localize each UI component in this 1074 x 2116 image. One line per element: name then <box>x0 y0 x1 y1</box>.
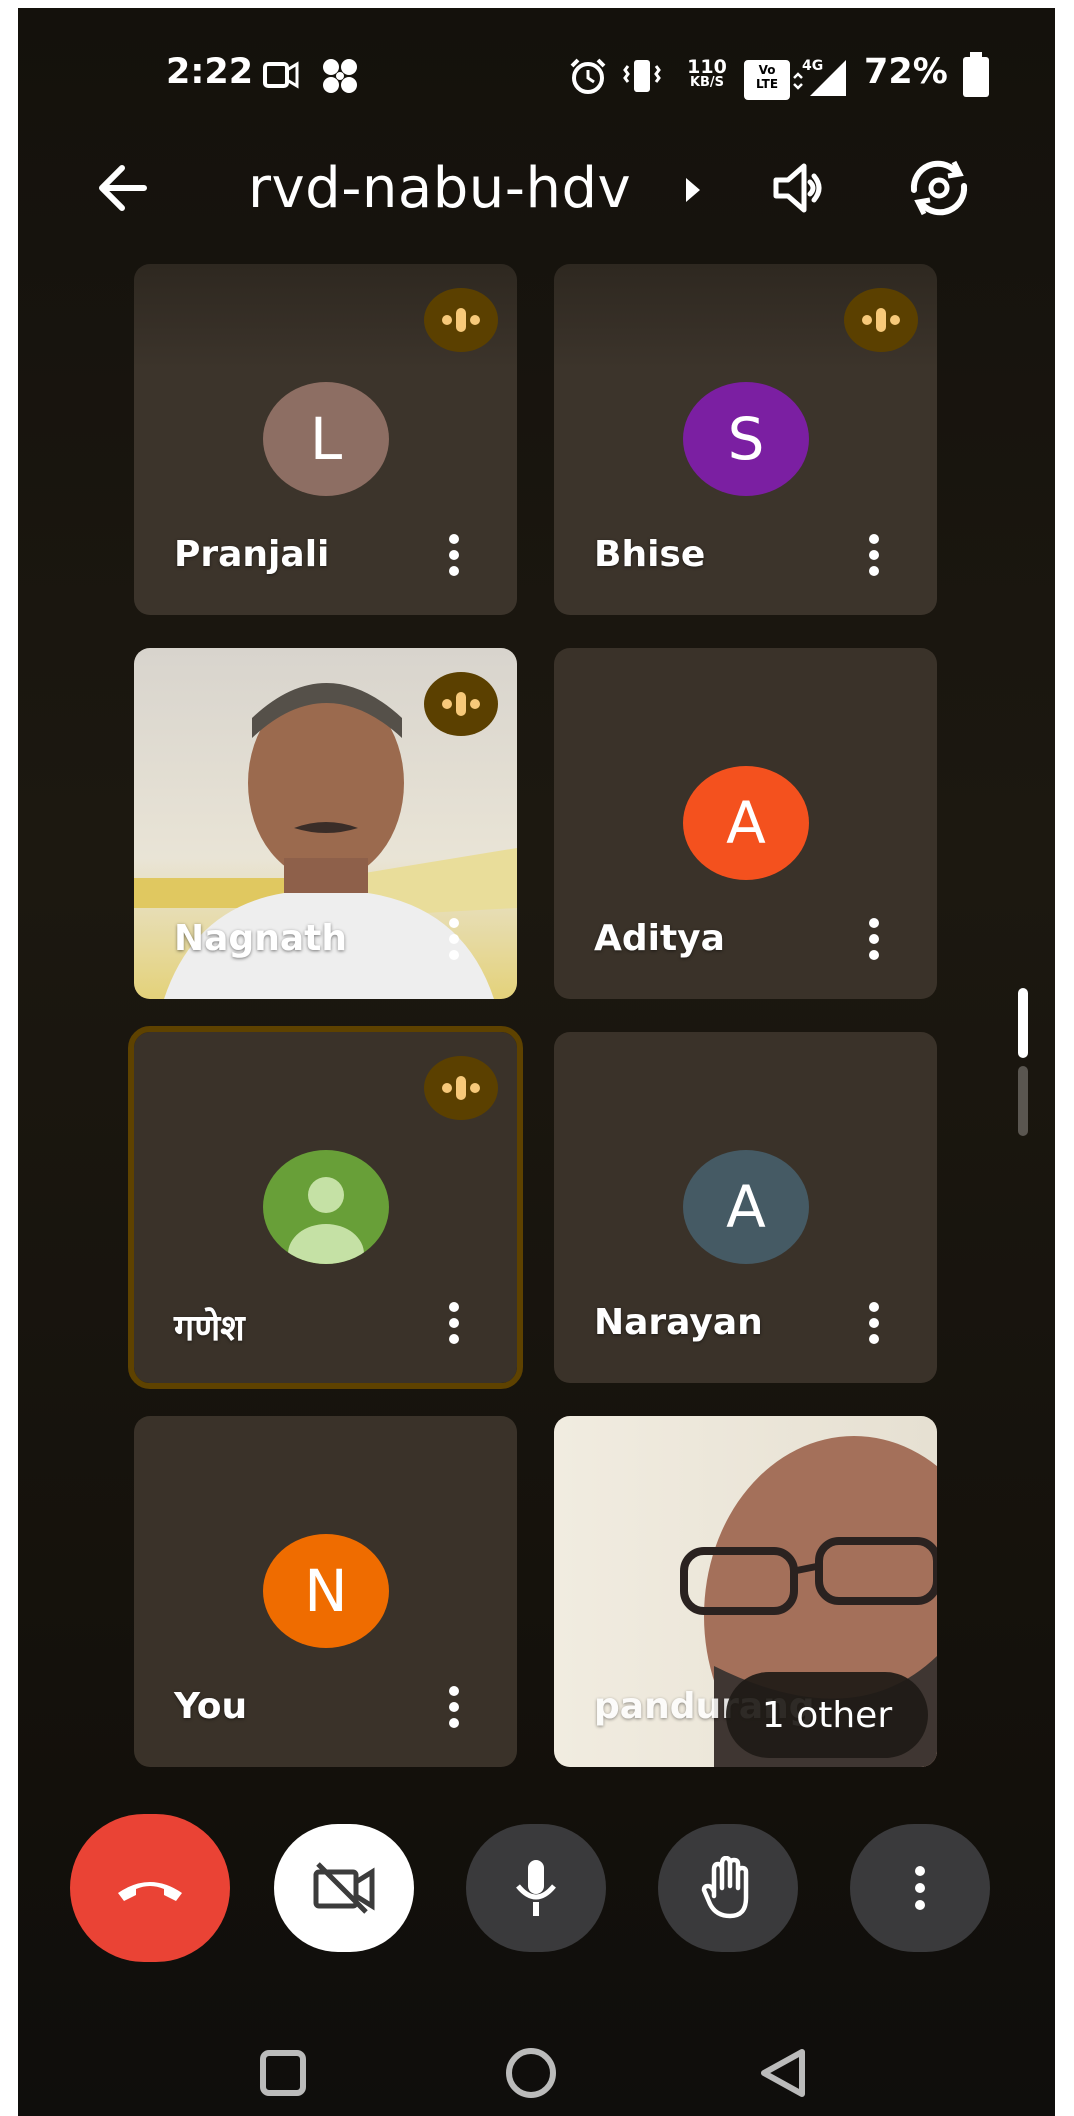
nav-back-icon[interactable] <box>756 2046 810 2100</box>
nav-home-icon[interactable] <box>504 2046 558 2100</box>
avatar: A <box>683 1150 809 1264</box>
more-options-button[interactable] <box>850 1824 990 1952</box>
participant-name: Bhise <box>594 534 706 575</box>
avatar: N <box>263 1534 389 1648</box>
speaking-indicator-icon <box>424 672 498 736</box>
end-call-icon <box>118 1882 182 1901</box>
speaking-indicator-icon <box>424 1056 498 1120</box>
participant-tile-video[interactable]: Nagnath <box>134 648 517 999</box>
mic-button[interactable] <box>466 1824 606 1952</box>
participant-name: Pranjali <box>174 534 330 575</box>
participant-tile-self[interactable]: N You <box>134 1416 517 1767</box>
back-arrow-icon[interactable] <box>94 160 150 216</box>
meet-call-screen: 2:22 110 KB/S Vo LTE 4G 72% rvd-nabu-hdv… <box>18 8 1055 2116</box>
more-vert-icon[interactable] <box>439 1300 469 1346</box>
more-vert-icon[interactable] <box>859 1300 889 1346</box>
more-vert-icon[interactable] <box>859 532 889 578</box>
scrollbar-track <box>1018 1066 1028 1136</box>
meeting-title[interactable]: rvd-nabu-hdv <box>248 156 631 221</box>
status-time: 2:22 <box>166 52 254 92</box>
vibrate-icon <box>623 60 661 92</box>
end-call-button[interactable] <box>70 1814 230 1962</box>
default-avatar-icon <box>263 1150 389 1264</box>
battery-percent: 72% <box>864 52 948 92</box>
fan-icon <box>323 59 357 93</box>
mic-icon <box>516 1860 556 1916</box>
avatar: L <box>263 382 389 496</box>
participant-name: You <box>174 1686 248 1727</box>
participant-name: Aditya <box>594 918 725 959</box>
scrollbar-thumb[interactable] <box>1018 988 1028 1058</box>
camera-off-icon <box>313 1862 375 1914</box>
avatar: S <box>683 382 809 496</box>
raise-hand-button[interactable] <box>658 1824 798 1952</box>
alarm-icon <box>570 58 606 94</box>
participant-name: Narayan <box>594 1302 763 1343</box>
more-vert-icon <box>915 1866 925 1910</box>
speaking-indicator-icon <box>424 288 498 352</box>
chevron-right-icon[interactable] <box>680 168 708 212</box>
avatar: A <box>683 766 809 880</box>
more-vert-icon[interactable] <box>439 532 469 578</box>
participant-tile-active-speaker[interactable]: गणेश <box>128 1026 523 1389</box>
participant-tile[interactable]: L Pranjali <box>134 264 517 615</box>
battery-icon <box>963 52 989 97</box>
signal-icon <box>793 60 846 96</box>
switch-camera-icon[interactable] <box>904 156 974 220</box>
more-participants-chip[interactable]: 1 other <box>726 1672 928 1758</box>
more-vert-icon[interactable] <box>859 916 889 962</box>
nav-recents-icon[interactable] <box>258 2048 308 2098</box>
speaker-icon[interactable] <box>770 158 836 218</box>
camera-toggle-button[interactable] <box>274 1824 414 1952</box>
participant-name: Nagnath <box>174 918 347 959</box>
participant-tile[interactable]: A Narayan <box>554 1032 937 1383</box>
video-call-status-icon <box>263 61 299 89</box>
participant-name: गणेश <box>174 1308 245 1349</box>
speaking-indicator-icon <box>844 288 918 352</box>
participant-tile[interactable]: S Bhise <box>554 264 937 615</box>
raise-hand-icon <box>701 1856 749 1919</box>
network-speed: 110 KB/S <box>687 56 727 91</box>
volte-badge: Vo LTE <box>744 60 790 100</box>
more-vert-icon[interactable] <box>439 1684 469 1730</box>
more-vert-icon[interactable] <box>439 916 469 962</box>
participant-tile[interactable]: A Aditya <box>554 648 937 999</box>
